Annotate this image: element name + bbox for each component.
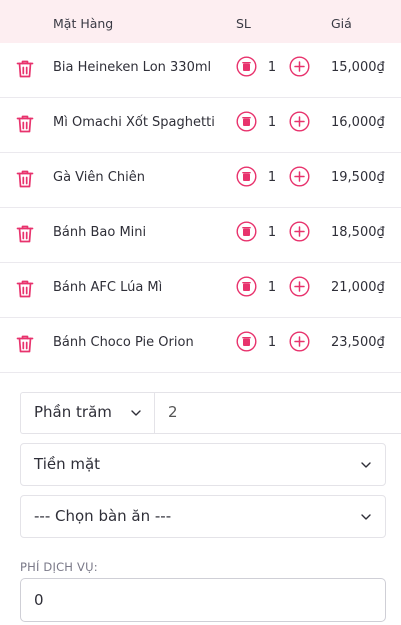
item-quantity: 1 bbox=[267, 170, 277, 185]
plus-circle-icon[interactable] bbox=[289, 111, 310, 132]
trash-icon[interactable] bbox=[16, 59, 34, 79]
cart-item-row: Gà Viên Chiên 1 19,500₫ bbox=[0, 153, 401, 208]
item-quantity: 1 bbox=[267, 115, 277, 130]
minus-circle-icon[interactable] bbox=[236, 221, 257, 242]
plus-circle-icon[interactable] bbox=[289, 56, 310, 77]
item-name: Bánh AFC Lúa Mì bbox=[53, 280, 163, 295]
cart-item-list: Bia Heineken Lon 330ml 1 15,000₫ Mì Omac… bbox=[0, 43, 401, 373]
cart-item-row: Bia Heineken Lon 330ml 1 15,000₫ bbox=[0, 43, 401, 98]
cart-item-row: Bánh AFC Lúa Mì 1 21,000₫ bbox=[0, 263, 401, 318]
column-header-qty: SL bbox=[236, 16, 251, 31]
item-name: Bánh Bao Mini bbox=[53, 225, 147, 240]
item-name: Bia Heineken Lon 330ml bbox=[53, 60, 212, 75]
item-quantity: 1 bbox=[267, 225, 277, 240]
minus-circle-icon[interactable] bbox=[236, 331, 257, 352]
trash-icon[interactable] bbox=[16, 169, 34, 189]
item-quantity: 1 bbox=[267, 60, 277, 75]
cart-table-header: Mặt Hàng SL Giá bbox=[0, 0, 401, 43]
plus-circle-icon[interactable] bbox=[289, 166, 310, 187]
item-price: 23,500₫ bbox=[331, 335, 385, 350]
table-select[interactable]: --- Chọn bàn ăn --- bbox=[20, 495, 386, 538]
table-select-label: --- Chọn bàn ăn --- bbox=[34, 507, 172, 525]
chevron-down-icon bbox=[360, 459, 372, 471]
column-header-price: Giá bbox=[331, 16, 352, 31]
discount-group: Phần trăm 2 bbox=[20, 392, 401, 434]
plus-circle-icon[interactable] bbox=[289, 331, 310, 352]
item-quantity: 1 bbox=[267, 335, 277, 350]
item-price: 21,000₫ bbox=[331, 280, 385, 295]
item-name: Mì Omachi Xốt Spaghetti bbox=[53, 115, 215, 130]
discount-value-input[interactable]: 2 bbox=[168, 403, 178, 421]
item-name: Gà Viên Chiên bbox=[53, 170, 145, 185]
payment-method-select[interactable]: Tiền mặt bbox=[20, 443, 386, 486]
chevron-down-icon bbox=[360, 511, 372, 523]
trash-icon[interactable] bbox=[16, 114, 34, 134]
item-price: 19,500₫ bbox=[331, 170, 385, 185]
column-header-item: Mặt Hàng bbox=[53, 16, 114, 31]
minus-circle-icon[interactable] bbox=[236, 56, 257, 77]
minus-circle-icon[interactable] bbox=[236, 111, 257, 132]
cart-item-row: Bánh Choco Pie Orion 1 23,500₫ bbox=[0, 318, 401, 373]
trash-icon[interactable] bbox=[16, 279, 34, 299]
plus-circle-icon[interactable] bbox=[289, 221, 310, 242]
trash-icon[interactable] bbox=[16, 224, 34, 244]
minus-circle-icon[interactable] bbox=[236, 276, 257, 297]
payment-method-label: Tiền mặt bbox=[34, 455, 101, 473]
discount-type-label: Phần trăm bbox=[34, 403, 112, 421]
item-quantity: 1 bbox=[267, 280, 277, 295]
service-fee-input[interactable] bbox=[20, 578, 386, 622]
trash-icon[interactable] bbox=[16, 334, 34, 354]
plus-circle-icon[interactable] bbox=[289, 276, 310, 297]
item-name: Bánh Choco Pie Orion bbox=[53, 335, 194, 350]
cart-item-row: Mì Omachi Xốt Spaghetti 1 16,000₫ bbox=[0, 98, 401, 153]
service-fee-label: PHÍ DỊCH VỤ: bbox=[20, 560, 98, 574]
item-price: 15,000₫ bbox=[331, 60, 385, 75]
discount-type-select[interactable]: Phần trăm bbox=[21, 393, 155, 433]
item-price: 18,500₫ bbox=[331, 225, 385, 240]
cart-item-row: Bánh Bao Mini 1 18,500₫ bbox=[0, 208, 401, 263]
item-price: 16,000₫ bbox=[331, 115, 385, 130]
minus-circle-icon[interactable] bbox=[236, 166, 257, 187]
chevron-down-icon bbox=[130, 407, 142, 419]
